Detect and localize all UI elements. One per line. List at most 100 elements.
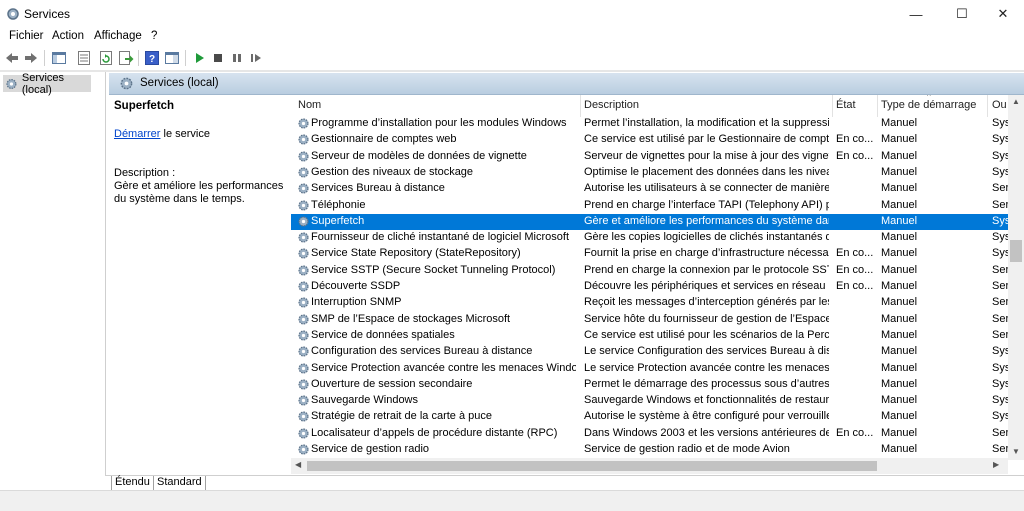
- description-label: Description :: [114, 167, 176, 179]
- description-text: Gère et améliore les performances du sys…: [114, 180, 284, 205]
- cell-name: Configuration des services Bureau à dist…: [311, 345, 533, 358]
- tab-etendu[interactable]: Étendu: [111, 476, 154, 491]
- table-row[interactable]: Service State Repository (StateRepositor…: [291, 246, 1010, 262]
- cell-startup: Manuel: [881, 231, 918, 244]
- help-icon[interactable]: ?: [143, 49, 161, 67]
- table-row[interactable]: Serveur de modèles de données de vignett…: [291, 149, 1010, 165]
- stop-icon[interactable]: [209, 49, 227, 67]
- gear-icon: [298, 395, 309, 406]
- gear-icon: [298, 199, 309, 211]
- table-row[interactable]: Gestion des niveaux de stockage Optimise …: [291, 165, 1010, 181]
- table-row[interactable]: Superfetch Gère et améliore les performan…: [291, 213, 1010, 231]
- table-row[interactable]: Service de gestion radio Service de gesti…: [291, 442, 1009, 458]
- gear-icon: [298, 379, 309, 390]
- column-header-description[interactable]: Description: [584, 99, 639, 115]
- restart-icon[interactable]: [247, 49, 265, 67]
- start-service-link[interactable]: Démarrer: [114, 128, 160, 140]
- table-row[interactable]: Fournisseur de cliché instantané de logi…: [291, 230, 1010, 246]
- table-row[interactable]: Localisateur d’appels de procédure dista…: [291, 426, 1009, 442]
- gear-icon: [298, 297, 309, 308]
- gear-icon: [298, 362, 309, 374]
- column-divider[interactable]: [877, 95, 878, 117]
- services-app-icon: [7, 8, 19, 20]
- pause-icon[interactable]: [228, 49, 246, 67]
- cell-startup: Manuel: [881, 214, 918, 227]
- cell-description: Fournit la prise en charge d’infrastruct…: [584, 247, 829, 260]
- cell-startup: Manuel: [881, 345, 918, 358]
- scroll-left-icon[interactable]: ◀: [295, 460, 301, 469]
- table-row[interactable]: Sauvegarde Windows Sauvegarde Windows et …: [291, 393, 1010, 409]
- gear-icon: [298, 216, 309, 227]
- table-row[interactable]: Configuration des services Bureau à dist…: [291, 344, 1010, 360]
- scroll-right-icon[interactable]: ▶: [993, 460, 999, 469]
- minimize-button[interactable]: —: [893, 0, 939, 28]
- cell-description: Sauvegarde Windows et fonctionnalités de…: [584, 394, 829, 407]
- close-button[interactable]: ✕: [980, 0, 1024, 28]
- tree-item-services-local[interactable]: Services (local): [3, 72, 91, 96]
- cell-startup: Manuel: [881, 165, 918, 178]
- cell-description: Permet le démarrage des processus sous d…: [584, 377, 829, 390]
- service-title: Superfetch: [114, 100, 175, 112]
- column-divider[interactable]: [580, 95, 581, 117]
- cell-name: Téléphonie: [311, 198, 366, 211]
- menu-help[interactable]: ?: [151, 30, 157, 42]
- table-row[interactable]: Interruption SNMP Reçoit les messages d’i…: [291, 295, 1009, 311]
- table-row[interactable]: Service de données spatiales Ce service e…: [291, 328, 1009, 344]
- gear-icon: [298, 118, 309, 129]
- console-tree-icon[interactable]: [50, 49, 68, 67]
- table-row[interactable]: Ouverture de session secondaire Permet le…: [291, 377, 1010, 393]
- vertical-scrollbar[interactable]: ▲ ▼: [1008, 95, 1024, 460]
- play-icon[interactable]: [190, 49, 208, 67]
- cell-name: Gestionnaire de comptes web: [311, 133, 457, 146]
- cell-description: Prend en charge la connexion par le prot…: [584, 263, 829, 276]
- properties-icon[interactable]: [75, 49, 93, 67]
- table-row[interactable]: Service Protection avancée contre les me…: [291, 361, 1010, 377]
- show-hide-icon[interactable]: [163, 49, 181, 67]
- refresh-icon[interactable]: [97, 49, 115, 67]
- table-row[interactable]: Service SSTP (Secure Socket Tunneling Pr…: [291, 263, 1009, 279]
- forward-arrow-icon[interactable]: [22, 49, 40, 67]
- menu-affichage[interactable]: Affichage: [94, 30, 142, 42]
- scroll-up-icon[interactable]: ▲: [1012, 97, 1020, 106]
- gear-icon: [298, 134, 309, 145]
- cell-name: Stratégie de retrait de la carte à puce: [311, 410, 492, 423]
- toolbar-separator: [44, 50, 45, 66]
- window-title: Services: [24, 7, 71, 21]
- cell-description: Ce service est utilisé par le Gestionnai…: [584, 133, 829, 146]
- table-row[interactable]: Stratégie de retrait de la carte à puce A…: [291, 409, 1010, 425]
- table-row[interactable]: Téléphonie Prend en charge l’interface TA…: [291, 198, 1009, 214]
- table-row[interactable]: Programme d’installation pour les module…: [291, 116, 1010, 132]
- column-header-state[interactable]: État: [836, 99, 856, 115]
- back-arrow-icon[interactable]: [3, 49, 21, 67]
- table-row[interactable]: Découverte SSDP Découvre les périphérique…: [291, 279, 1009, 295]
- table-row[interactable]: Services Bureau à distance Autorise les u…: [291, 181, 1009, 197]
- horizontal-scrollbar[interactable]: ◀ ▶: [291, 458, 1008, 474]
- toolbar-divider: [0, 70, 1024, 72]
- pane-header: Services (local): [109, 73, 1024, 95]
- menu-fichier[interactable]: Fichier: [9, 30, 44, 42]
- column-header-other[interactable]: Ou: [992, 99, 1007, 115]
- column-header-startup[interactable]: Type de démarrage: [881, 99, 976, 115]
- vertical-scroll-thumb[interactable]: [1010, 240, 1022, 262]
- cell-name: Programme d’installation pour les module…: [311, 117, 567, 129]
- table-row[interactable]: SMP de l’Espace de stockages Microsoft Se…: [291, 312, 1009, 328]
- menu-action[interactable]: Action: [52, 30, 84, 42]
- scroll-down-icon[interactable]: ▼: [1012, 447, 1020, 456]
- cell-name: Service de gestion radio: [311, 443, 430, 455]
- cell-name: Superfetch: [311, 214, 365, 227]
- gear-icon: [298, 281, 309, 292]
- cell-startup: Manuel: [881, 361, 918, 374]
- maximize-button[interactable]: ☐: [939, 0, 985, 28]
- export-list-icon[interactable]: [117, 49, 135, 67]
- horizontal-scroll-thumb[interactable]: [307, 461, 877, 471]
- table-row[interactable]: Gestionnaire de comptes web Ce service es…: [291, 132, 1010, 148]
- cell-startup: Manuel: [881, 394, 918, 407]
- cell-description: Découvre les périphériques et services e…: [584, 280, 829, 292]
- column-header-name[interactable]: Nom: [298, 99, 321, 115]
- gear-icon: [298, 346, 309, 357]
- column-divider[interactable]: [832, 95, 833, 117]
- cell-startup: Manuel: [881, 149, 918, 162]
- tab-standard[interactable]: Standard: [153, 476, 206, 491]
- column-divider[interactable]: [987, 95, 988, 117]
- cell-startup: Manuel: [881, 280, 918, 292]
